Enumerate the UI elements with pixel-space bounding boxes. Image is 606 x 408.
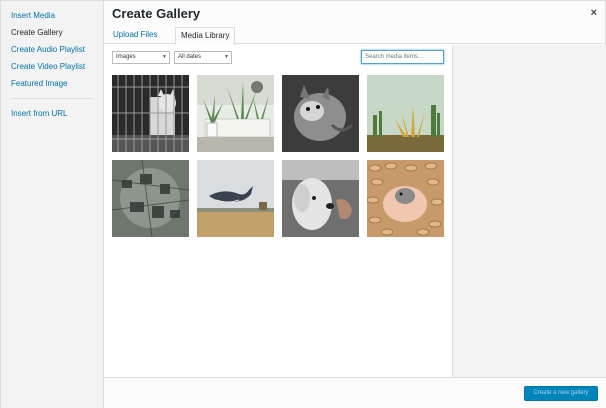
create-gallery-button[interactable]: Create a new gallery — [524, 386, 598, 401]
menu-item-insert-from-url[interactable]: Insert from URL — [1, 105, 103, 122]
close-icon[interactable]: × — [591, 6, 597, 20]
media-type-filter-value: Images — [116, 54, 136, 60]
menu-item-create-video-playlist[interactable]: Create Video Playlist — [1, 58, 103, 75]
media-type-filter[interactable]: Images ▼ — [112, 51, 170, 64]
attachment-thumbnail[interactable] — [112, 75, 189, 152]
menu-separator — [11, 98, 93, 99]
tab-media-library[interactable]: Media Library — [175, 27, 236, 45]
hamster-peanuts-image — [367, 160, 444, 237]
cat-lying-image — [282, 75, 359, 152]
cat-in-cage-image — [112, 75, 189, 152]
attachment-thumbnail[interactable] — [197, 75, 274, 152]
attachments-browser: Images ▼ All dates ▼ Search media items.… — [104, 45, 452, 377]
media-menu: Insert Media Create Gallery Create Audio… — [1, 1, 104, 408]
menu-item-insert-media[interactable]: Insert Media — [1, 7, 103, 24]
menu-item-create-gallery[interactable]: Create Gallery — [1, 24, 103, 41]
dog-image — [282, 160, 359, 237]
media-toolbar: Create a new gallery — [104, 377, 606, 408]
succulents-image — [197, 75, 274, 152]
menu-item-featured-image[interactable]: Featured Image — [1, 75, 103, 92]
router-tabs: Upload Files Media Library — [104, 25, 606, 45]
page-title: Create Gallery — [112, 6, 201, 21]
attachment-thumbnail[interactable] — [112, 160, 189, 237]
chevron-down-icon: ▼ — [224, 54, 229, 60]
search-input[interactable]: Search media items... — [361, 50, 444, 64]
date-filter-value: All dates — [178, 54, 202, 60]
attachment-thumbnail[interactable] — [282, 160, 359, 237]
chevron-down-icon: ▼ — [162, 54, 167, 60]
attachment-thumbnail[interactable] — [282, 75, 359, 152]
tab-upload-files[interactable]: Upload Files — [108, 27, 162, 44]
attachment-details-sidebar — [452, 45, 606, 377]
attachment-thumbnail[interactable] — [197, 160, 274, 237]
cactus-image — [367, 75, 444, 152]
date-filter[interactable]: All dates ▼ — [174, 51, 232, 64]
media-modal: Insert Media Create Gallery Create Audio… — [0, 0, 606, 408]
attachment-thumbnail[interactable] — [367, 160, 444, 237]
menu-item-create-audio-playlist[interactable]: Create Audio Playlist — [1, 41, 103, 58]
whale-field-image — [197, 160, 274, 237]
metal-pattern-image — [112, 160, 189, 237]
attachment-thumbnail[interactable] — [367, 75, 444, 152]
